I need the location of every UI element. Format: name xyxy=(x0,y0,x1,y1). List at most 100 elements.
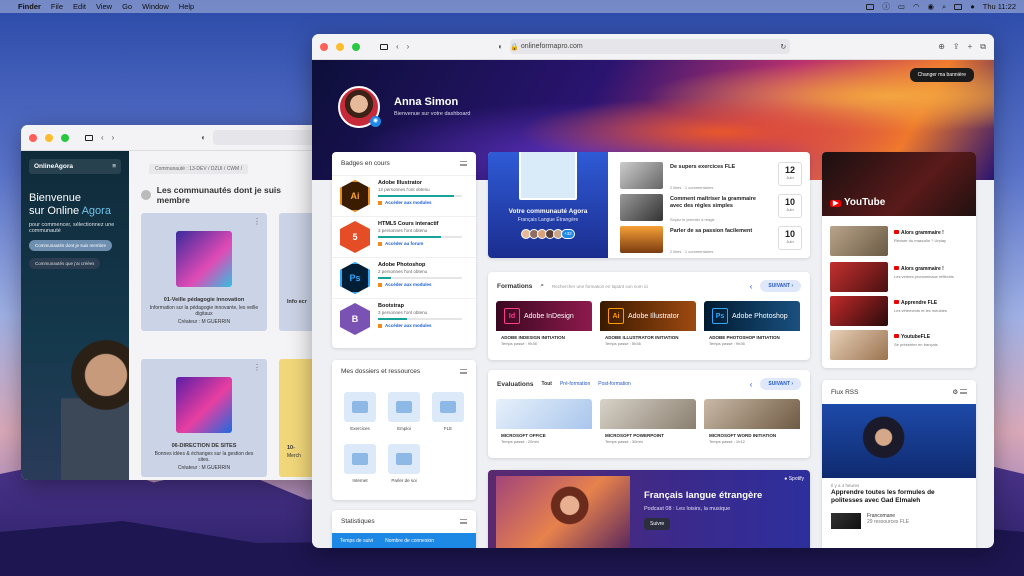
more-options-icon[interactable]: ⋮ xyxy=(253,217,261,226)
communities-heading: Les communautés dont je suis membre xyxy=(141,185,313,205)
folder-icon[interactable] xyxy=(432,392,464,422)
news-item[interactable]: Comment maîtriser la grammaire avec des … xyxy=(620,194,802,222)
evaluation-card[interactable]: MICROSOFT POWERPOINT Temps passé : 30min xyxy=(600,399,696,449)
wifi-icon[interactable]: ◠ xyxy=(913,2,920,11)
tab-all[interactable]: Tout xyxy=(541,381,551,387)
video-item[interactable]: Apprendre FLE Les vêtements et les meubl… xyxy=(830,296,970,326)
evaluations-next-button[interactable]: SUIVANT › xyxy=(760,378,801,390)
badge-link[interactable]: Accéder au forum xyxy=(378,241,462,246)
menubar-clock[interactable]: Thu 11:22 xyxy=(983,2,1016,11)
sidebar-toggle-icon[interactable] xyxy=(85,134,93,141)
hamburger-menu-icon[interactable]: ≡ xyxy=(112,163,116,170)
news-item[interactable]: De supers exercices FLE 2 likes · 1 comm… xyxy=(620,162,802,190)
badge-item[interactable]: Ps Adobe Photoshop 2 personnes l'ont obt… xyxy=(332,257,476,298)
search-icon[interactable]: ⌕ xyxy=(540,282,544,290)
search-icon[interactable]: ⌕ xyxy=(942,2,946,12)
evaluation-card[interactable]: MICROSOFT WORD INITIATION Temps passé : … xyxy=(704,399,800,449)
badge-link[interactable]: Accéder aux modules xyxy=(378,282,462,287)
zoom-window-button[interactable] xyxy=(352,42,360,51)
tab-overview-icon[interactable]: ⧉ xyxy=(980,42,986,52)
menu-edit[interactable]: Edit xyxy=(73,2,86,11)
badge-link[interactable]: Accéder aux modules xyxy=(378,200,462,205)
stats-tab-connections[interactable]: Nombre de connexion xyxy=(385,538,434,544)
menu-app-finder[interactable]: Finder xyxy=(18,2,41,11)
panel-menu-icon[interactable] xyxy=(460,519,467,524)
zoom-window-button[interactable] xyxy=(61,133,69,142)
podcast-panel[interactable]: ● Spotify Français langue étrangère Podc… xyxy=(488,470,810,548)
forward-icon[interactable]: › xyxy=(112,133,115,142)
community-members[interactable]: +32 xyxy=(488,229,608,239)
sidebar-toggle-icon[interactable] xyxy=(380,43,388,50)
back-icon[interactable]: ‹ xyxy=(101,133,104,142)
badge-link[interactable]: Accéder aux modules xyxy=(378,323,462,328)
user-icon[interactable]: ◉ xyxy=(927,2,934,11)
macos-menubar: Finder File Edit View Go Window Help ⓘ ▭… xyxy=(0,0,1024,13)
address-bar[interactable]: 🔒 onlineformapro.com ↻ xyxy=(510,39,791,54)
menu-window[interactable]: Window xyxy=(142,2,169,11)
course-card[interactable]: Ai Adobe Illustrator ADOBE ILLUSTRATOR IN… xyxy=(600,301,696,351)
folder-icon[interactable] xyxy=(344,392,376,422)
display-icon[interactable] xyxy=(866,3,875,10)
brand-logo[interactable]: OnlineAgora ≡ xyxy=(29,159,121,174)
new-tab-icon[interactable]: + xyxy=(968,42,973,51)
rss-headline[interactable]: Apprendre toutes les formules de polites… xyxy=(822,489,976,505)
share-icon[interactable]: ⇪ xyxy=(953,42,960,51)
course-card[interactable]: Id Adobe InDesign ADOBE INDESIGN INITIATI… xyxy=(496,301,592,351)
tab-pre-formation[interactable]: Pré-formation xyxy=(560,381,590,387)
menu-help[interactable]: Help xyxy=(179,2,194,11)
badge-item[interactable]: Ai Adobe Illustrator 12 personnes l'ont … xyxy=(332,175,476,216)
prev-arrow-icon[interactable]: ‹ xyxy=(750,380,753,389)
settings-icon[interactable]: ⚙ xyxy=(952,389,958,396)
folder-icon[interactable] xyxy=(388,392,420,422)
reload-icon[interactable]: ↻ xyxy=(780,43,786,51)
control-center-icon[interactable] xyxy=(954,3,963,10)
menu-go[interactable]: Go xyxy=(122,2,132,11)
video-item[interactable]: YoutubeFLE Se présenter en français xyxy=(830,330,970,360)
minimize-window-button[interactable] xyxy=(45,133,53,142)
prev-arrow-icon[interactable]: ‹ xyxy=(750,282,753,291)
tab-post-formation[interactable]: Post-formation xyxy=(598,381,741,387)
evaluation-card[interactable]: MICROSOFT OFFICE Temps passé : 20min xyxy=(496,399,592,449)
battery-icon[interactable]: ▭ xyxy=(898,2,905,11)
created-communities-button[interactable]: Communautés que j'ai créées xyxy=(29,258,101,269)
menu-file[interactable]: File xyxy=(51,2,63,11)
video-item[interactable]: Alors grammaire ! Les verbes pronominaux… xyxy=(830,262,970,292)
badge-item[interactable]: 5 HTML5 Cours interactif 3 personnes l'o… xyxy=(332,216,476,257)
back-icon[interactable]: ‹ xyxy=(396,42,399,51)
panel-menu-icon[interactable] xyxy=(960,389,967,394)
community-card[interactable]: ⋮ 01-Veille pédagogie innovation Informa… xyxy=(141,213,267,331)
siri-icon[interactable]: ● xyxy=(970,2,975,11)
more-options-icon[interactable]: ⋮ xyxy=(253,363,261,372)
camera-icon[interactable]: ◉ xyxy=(370,116,381,127)
download-icon[interactable]: ⊕ xyxy=(938,42,945,51)
change-banner-button[interactable]: Changer ma bannière xyxy=(909,68,974,82)
welcome-photo xyxy=(61,330,129,480)
video-item[interactable]: Alors grammaire ! Réviser du masculin ? … xyxy=(830,226,970,256)
info-icon[interactable]: ⓘ xyxy=(882,1,890,12)
panel-menu-icon[interactable] xyxy=(460,369,467,374)
close-window-button[interactable] xyxy=(320,42,328,51)
follow-button[interactable]: Suivre xyxy=(644,518,671,530)
folder-icon[interactable] xyxy=(344,444,376,474)
community-card[interactable]: Votre communauté Agora Français Langue É… xyxy=(488,152,608,258)
menu-view[interactable]: View xyxy=(96,2,112,11)
news-item[interactable]: Parler de sa passion facilement 2 likes … xyxy=(620,226,802,254)
course-card[interactable]: Ps Adobe Photoshop ADOBE PHOTOSHOP INITIA… xyxy=(704,301,800,351)
member-count: +32 xyxy=(561,229,575,239)
community-selector[interactable]: Communauté : 13-DEV / DZUI / CWM / xyxy=(149,164,248,174)
close-window-button[interactable] xyxy=(29,133,37,142)
rss-article-image[interactable] xyxy=(822,404,976,478)
folder-icon[interactable] xyxy=(388,444,420,474)
back-circle-icon[interactable] xyxy=(141,190,151,200)
address-bar[interactable] xyxy=(213,130,317,145)
minimize-window-button[interactable] xyxy=(336,42,344,51)
badge-item[interactable]: B Bootstrap 3 personnes l'ont obtenu Acc… xyxy=(332,298,476,339)
formations-search-input[interactable]: Rechercher une formation en tapant son n… xyxy=(552,284,742,289)
rss-source[interactable]: Francomane 29 ressources FLE xyxy=(822,505,976,529)
community-card[interactable]: ⋮ 06-DIRECTION DE SITES Bonnes idées & é… xyxy=(141,359,267,477)
panel-menu-icon[interactable] xyxy=(460,161,467,166)
stats-tab-time[interactable]: Temps de suivi xyxy=(340,538,373,544)
forward-icon[interactable]: › xyxy=(407,42,410,51)
formations-next-button[interactable]: SUIVANT › xyxy=(760,280,801,292)
member-communities-button[interactable]: Communautés dont je suis membre xyxy=(29,240,113,251)
